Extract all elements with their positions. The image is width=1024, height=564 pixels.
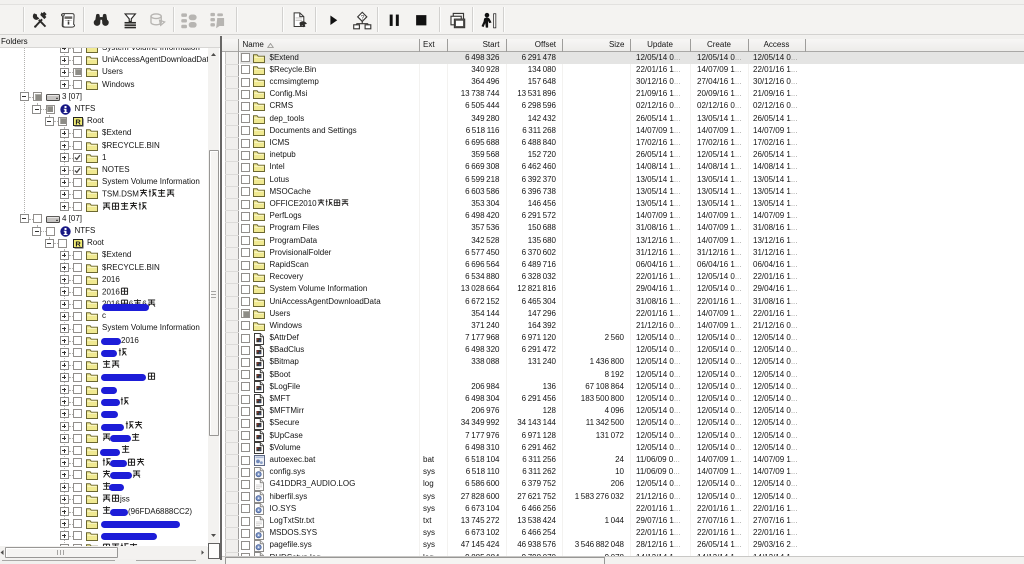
- svg-text:?: ?: [360, 14, 364, 21]
- svg-text:R: R: [75, 118, 81, 127]
- svg-text:R: R: [75, 240, 81, 249]
